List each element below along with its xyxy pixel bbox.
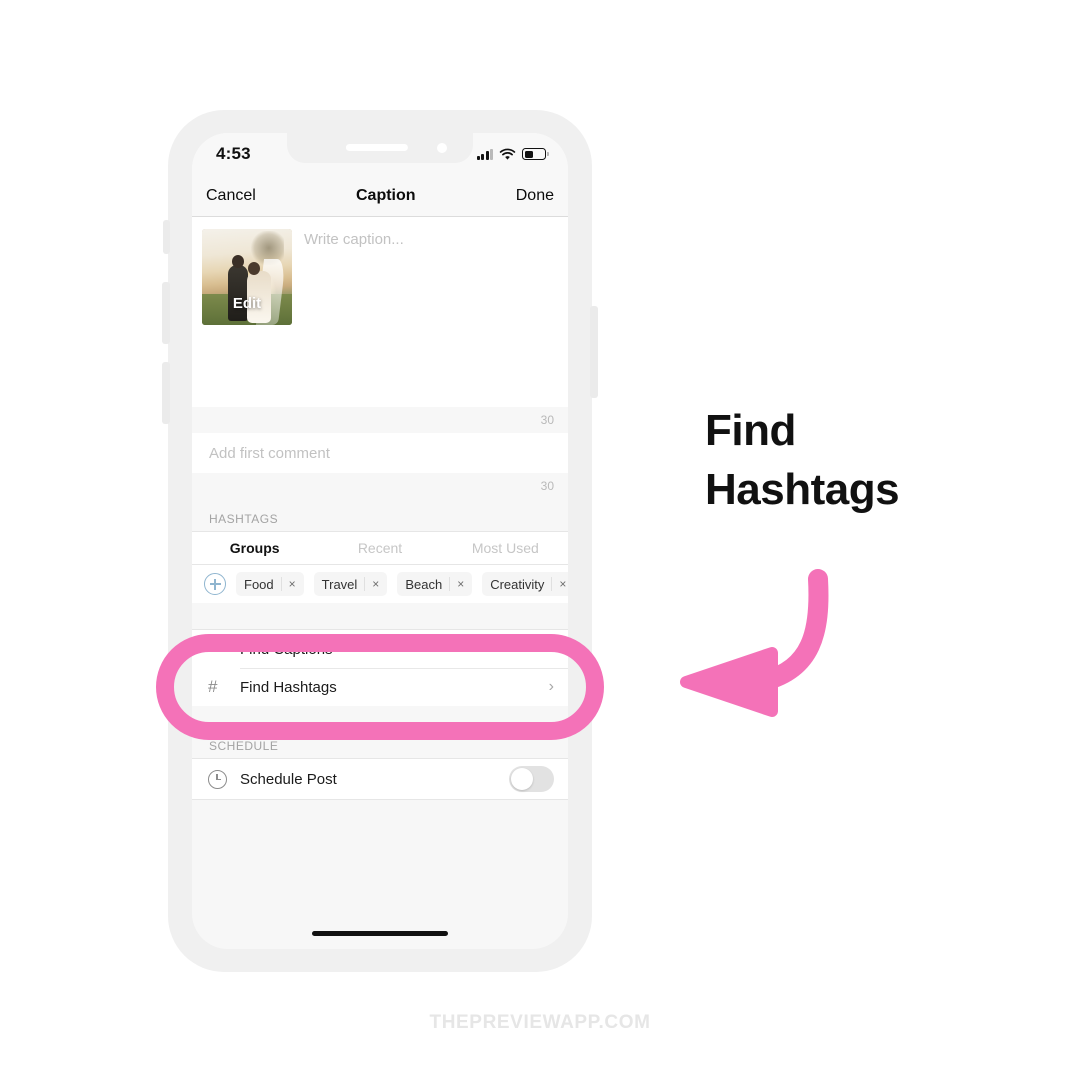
- callout-line-2: Hashtags: [705, 464, 900, 514]
- screenshot-canvas: 4:53 Cancel Caption Done Edit Write capt…: [0, 0, 1080, 1080]
- callout-line-1: Find: [705, 406, 796, 455]
- caption-editor[interactable]: Edit Write caption...: [192, 217, 568, 407]
- phone-notch: [287, 133, 473, 163]
- caption-content: Edit Write caption... 30 Add first comme…: [192, 217, 568, 949]
- chip-label: Travel: [321, 576, 358, 592]
- status-time: 4:53: [216, 144, 251, 163]
- navigation-bar: Cancel Caption Done: [192, 175, 568, 217]
- chip-label: Creativity: [490, 576, 545, 592]
- chip-label: Food: [244, 576, 274, 592]
- schedule-post-toggle[interactable]: [509, 766, 554, 792]
- tab-recent[interactable]: Recent: [317, 540, 442, 556]
- volume-down-button[interactable]: [162, 362, 170, 424]
- section-spacer: [192, 603, 568, 629]
- watermark: THEPREVIEWAPP.COM: [429, 1012, 651, 1033]
- close-icon[interactable]: ×: [364, 577, 379, 591]
- thumbnail-groom-head: [232, 255, 244, 268]
- comment-counter: 30: [192, 473, 568, 499]
- hashtags-section-label: HASHTAGS: [192, 499, 568, 531]
- chip-food[interactable]: Food ×: [236, 572, 304, 596]
- page-title: Caption: [356, 186, 416, 204]
- done-button[interactable]: Done: [516, 187, 554, 205]
- clock-icon: [208, 769, 227, 789]
- cellular-signal-icon: [476, 148, 493, 160]
- close-icon[interactable]: ×: [449, 577, 464, 591]
- close-icon[interactable]: ×: [280, 577, 296, 591]
- thumbnail-bride-head: [248, 262, 260, 275]
- callout-heading: Find Hashtags: [705, 402, 900, 519]
- chip-travel[interactable]: Travel ×: [313, 572, 388, 596]
- chip-creativity[interactable]: Creativity ×: [482, 572, 568, 596]
- post-thumbnail[interactable]: Edit: [202, 229, 292, 325]
- wifi-icon: [499, 148, 516, 160]
- thumbnail-groom: [228, 265, 248, 321]
- front-camera-icon: [437, 143, 447, 153]
- first-comment-input[interactable]: Add first comment: [192, 433, 568, 473]
- cancel-button[interactable]: Cancel: [206, 187, 256, 205]
- schedule-post-label: Schedule Post: [240, 770, 337, 788]
- edit-thumbnail-label[interactable]: Edit: [202, 295, 292, 312]
- home-indicator[interactable]: [312, 931, 448, 936]
- hashtag-tabs: Groups Recent Most Used: [192, 531, 568, 565]
- hashtag-group-chips: Food × Travel × Beach × Creativity ×: [192, 565, 568, 603]
- tab-groups[interactable]: Groups: [192, 540, 317, 556]
- schedule-post-row[interactable]: Schedule Post: [192, 758, 568, 800]
- power-button[interactable]: [590, 306, 598, 398]
- phone-screen: 4:53 Cancel Caption Done Edit Write capt…: [192, 133, 568, 949]
- curved-arrow-left-icon: [680, 569, 829, 717]
- volume-up-button[interactable]: [162, 282, 170, 344]
- silent-switch-button[interactable]: [163, 220, 170, 254]
- status-icons: [476, 148, 549, 161]
- close-icon[interactable]: ×: [551, 577, 566, 591]
- plus-circle-icon[interactable]: [204, 573, 226, 595]
- phone-device-frame: 4:53 Cancel Caption Done Edit Write capt…: [162, 110, 598, 972]
- chip-beach[interactable]: Beach ×: [397, 572, 473, 596]
- battery-icon: [522, 148, 549, 160]
- highlight-annotation-oval: [156, 634, 604, 740]
- chip-label: Beach: [405, 576, 443, 592]
- caption-input[interactable]: Write caption...: [304, 231, 404, 248]
- caption-counter: 30: [192, 407, 568, 433]
- tab-most-used[interactable]: Most Used: [443, 540, 568, 556]
- earpiece-speaker: [345, 144, 408, 151]
